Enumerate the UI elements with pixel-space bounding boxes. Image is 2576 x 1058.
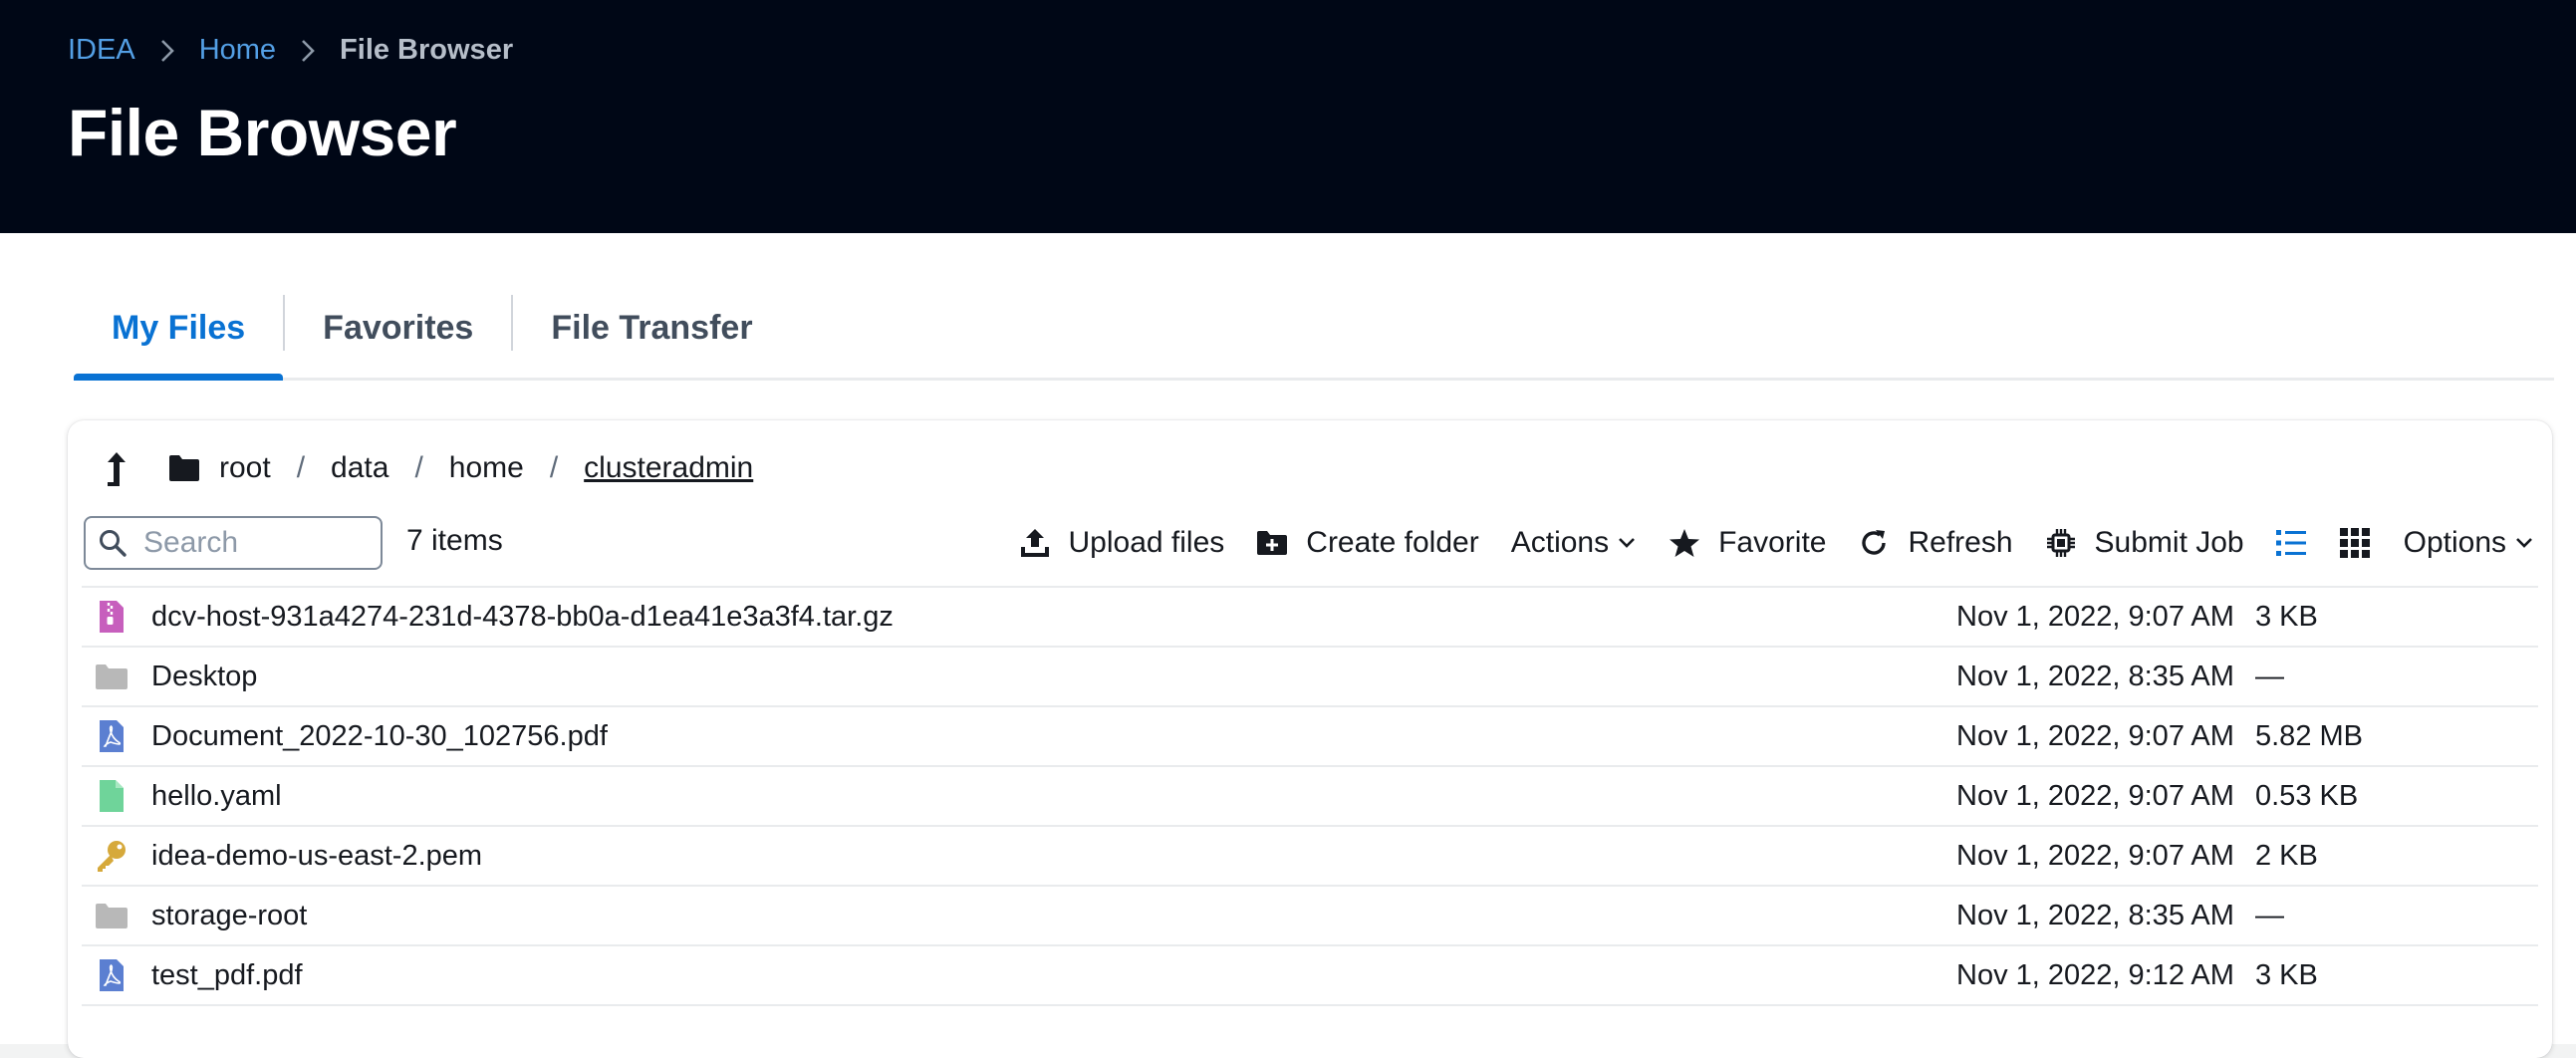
file-name: storage-root [151,899,308,931]
breadcrumb-current: File Browser [340,33,514,66]
file-browser-panel: root / data / home / clusteradmin 7 item… [68,420,2552,1058]
path-bar: root / data / home / clusteradmin [100,438,753,498]
tab-list: My Files Favorites File Transfer [74,293,2554,381]
create-folder-label: Create folder [1306,526,1479,559]
content-area: My Files Favorites File Transfer root / … [0,233,2576,1058]
tab-file-transfer[interactable]: File Transfer [513,293,790,378]
grid-view-icon[interactable] [2338,526,2372,560]
file-date: Nov 1, 2022, 8:35 AM [1956,660,2234,692]
file-size: 5.82 MB [2255,719,2363,752]
list-view-icon[interactable] [2274,526,2308,560]
pdf-icon [92,717,131,755]
favorite-button[interactable]: Favorite [1669,526,1826,560]
chevron-right-icon [135,34,199,67]
file-name: idea-demo-us-east-2.pem [151,839,483,872]
page-header: IDEA Home File Browser File Browser [0,0,2576,233]
submit-job-button[interactable]: Submit Job [2045,526,2244,560]
file-icon [92,777,131,815]
folder-icon [92,897,131,934]
toolbar: Upload files Create folder Actions Favor… [987,516,2534,570]
options-label: Options [2403,526,2506,559]
file-name: Document_2022-10-30_102756.pdf [151,719,608,752]
actions-dropdown[interactable]: Actions [1511,526,1637,560]
star-icon [1670,529,1700,557]
refresh-button[interactable]: Refresh [1858,526,2013,560]
upload-files-label: Upload files [1068,526,1225,559]
file-size: — [2255,660,2284,692]
file-date: Nov 1, 2022, 9:07 AM [1956,600,2234,633]
breadcrumb-idea-link[interactable]: IDEA [68,34,135,67]
upload-files-button[interactable]: Upload files [1019,526,1225,560]
path-segment-clusteradmin[interactable]: clusteradmin [584,451,753,485]
file-name: Desktop [151,660,258,692]
breadcrumb-home-link[interactable]: Home [199,34,276,67]
refresh-label: Refresh [1908,526,2013,559]
file-date: Nov 1, 2022, 9:12 AM [1956,958,2234,991]
chevron-down-icon [1619,538,1636,548]
go-up-icon[interactable] [100,448,133,488]
breadcrumb: IDEA Home File Browser [68,30,513,70]
path-segment-root[interactable]: root [219,451,271,485]
upload-icon [1020,529,1049,557]
file-row[interactable]: Document_2022-10-30_102756.pdf Nov 1, 20… [82,707,2538,767]
tab-favorites[interactable]: Favorites [285,293,511,378]
tab-my-files[interactable]: My Files [74,293,284,381]
favorite-label: Favorite [1718,526,1827,559]
folder-icon [169,455,199,481]
file-size: 2 KB [2255,839,2318,872]
submit-job-label: Submit Job [2094,526,2244,559]
file-size: — [2255,899,2284,931]
chevron-down-icon [2516,538,2532,548]
create-folder-button[interactable]: Create folder [1256,526,1479,560]
archive-icon [92,598,131,636]
folder-plus-icon [1257,531,1288,555]
key-icon [92,837,131,875]
file-row[interactable]: storage-root Nov 1, 2022, 8:35 AM — [82,887,2538,946]
file-name: hello.yaml [151,779,282,812]
search-field [84,516,383,570]
file-date: Nov 1, 2022, 9:07 AM [1956,779,2234,812]
file-date: Nov 1, 2022, 9:07 AM [1956,719,2234,752]
actions-label: Actions [1510,526,1610,559]
file-size: 0.53 KB [2255,779,2359,812]
file-row[interactable]: Desktop Nov 1, 2022, 8:35 AM — [82,648,2538,707]
chevron-right-icon [276,34,340,67]
file-size: 3 KB [2255,600,2318,633]
refresh-icon [1862,530,1887,555]
search-input[interactable] [143,526,363,560]
search-icon [100,530,127,557]
file-name: test_pdf.pdf [151,958,303,991]
path-segment-home[interactable]: home [449,451,524,485]
file-list: dcv-host-931a4274-231d-4378-bb0a-d1ea41e… [82,586,2538,1006]
file-size: 3 KB [2255,958,2318,991]
chip-icon [2046,529,2075,557]
options-dropdown[interactable]: Options [2404,526,2534,560]
file-date: Nov 1, 2022, 8:35 AM [1956,899,2234,931]
file-row[interactable]: hello.yaml Nov 1, 2022, 9:07 AM 0.53 KB [82,767,2538,827]
file-date: Nov 1, 2022, 9:07 AM [1956,839,2234,872]
folder-icon [92,658,131,695]
path-separator: / [414,451,423,484]
path-separator: / [296,451,306,484]
path-separator: / [549,451,559,484]
file-name: dcv-host-931a4274-231d-4378-bb0a-d1ea41e… [151,600,894,633]
page-title: File Browser [68,96,457,169]
pdf-icon [92,956,131,994]
file-row[interactable]: idea-demo-us-east-2.pem Nov 1, 2022, 9:0… [82,827,2538,887]
file-row[interactable]: dcv-host-931a4274-231d-4378-bb0a-d1ea41e… [82,588,2538,648]
item-count: 7 items [406,524,503,557]
path-segment-data[interactable]: data [331,451,388,485]
file-row[interactable]: test_pdf.pdf Nov 1, 2022, 9:12 AM 3 KB [82,946,2538,1006]
